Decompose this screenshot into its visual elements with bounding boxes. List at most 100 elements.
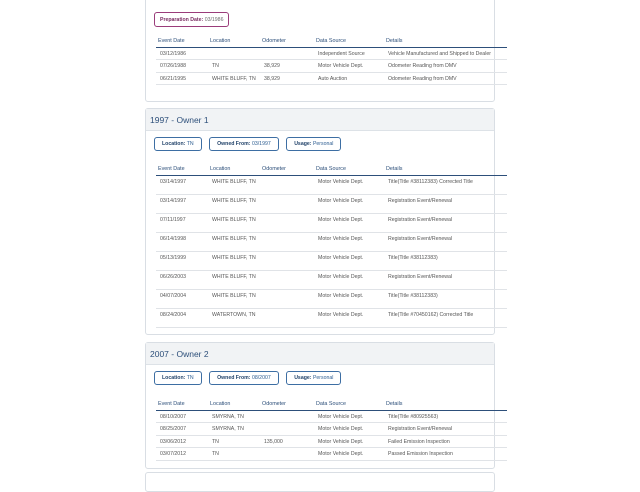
cell-location: WHITE BLUFF, TN [208, 270, 260, 290]
col-details: Details [384, 163, 507, 176]
cell-odometer [260, 251, 314, 271]
table-header-row: Event Date Location Odometer Data Source… [156, 163, 507, 176]
table-row: 06/26/2003 WHITE BLUFF, TN Motor Vehicle D… [156, 270, 507, 290]
table-body: 08/10/2007 SMYRNA, TN Motor Vehicle Dept. T… [156, 410, 507, 461]
cell-data-source: Motor Vehicle Dept. [314, 410, 384, 424]
col-data-source: Data Source [314, 163, 384, 176]
col-odometer: Odometer [260, 163, 314, 176]
cell-data-source: Motor Vehicle Dept. [314, 175, 384, 195]
cell-data-source: Independent Source [314, 47, 384, 61]
owner-chips: Location: TN Owned From: 08/2007 Usage: … [146, 365, 494, 395]
cell-event-date: 03/06/2012 [156, 435, 208, 449]
cell-details: Registration Event/Renewal [384, 422, 507, 436]
cell-odometer [260, 194, 314, 214]
cell-odometer [260, 289, 314, 309]
cell-event-date: 04/07/2004 [156, 289, 208, 309]
table-row: 06/14/1998 WHITE BLUFF, TN Motor Vehicle D… [156, 232, 507, 252]
cell-details: Registration Event/Renewal [384, 232, 507, 252]
cell-odometer [260, 447, 314, 461]
cell-odometer [260, 175, 314, 195]
cell-location: WHITE BLUFF, TN [208, 175, 260, 195]
cell-odometer [260, 422, 314, 436]
location-label: Location: [162, 141, 186, 147]
table-row: 04/07/2004 WHITE BLUFF, TN Motor Vehicle D… [156, 289, 507, 309]
table-row: 08/24/2004 WATERTOWN, TN Motor Vehicle Dep… [156, 308, 507, 328]
cell-details: Title(Title #80925563) [384, 410, 507, 424]
cell-location [208, 47, 260, 61]
cell-data-source: Auto Auction [314, 72, 384, 86]
cell-location: WHITE BLUFF, TN [208, 251, 260, 271]
table-row: 06/21/1995 WHITE BLUFF, TN 38,929 Auto Auct… [156, 72, 507, 86]
cell-details: Title(Title #70450162) Corrected Title [384, 308, 507, 328]
cell-odometer [260, 47, 314, 61]
cell-details: Title(Title #38112383) [384, 251, 507, 271]
cell-data-source: Motor Vehicle Dept. [314, 59, 384, 73]
cell-odometer [260, 213, 314, 233]
location-value: TN [186, 375, 194, 381]
cell-data-source: Motor Vehicle Dept. [314, 251, 384, 271]
owned-from-label: Owned From: [217, 375, 251, 381]
owned-from-chip[interactable]: Owned From: 08/2007 [209, 371, 279, 385]
location-chip[interactable]: Location: TN [154, 137, 202, 151]
table-row: 07/26/1988 TN 38,929 Motor Vehicle Dept. Odo… [156, 59, 507, 73]
cell-details: Registration Event/Renewal [384, 194, 507, 214]
cell-details: Odometer Reading from DMV [384, 72, 507, 86]
cell-data-source: Motor Vehicle Dept. [314, 447, 384, 461]
preparation-date-chip[interactable]: Preparation Date: 03/1986 [154, 12, 230, 27]
cell-data-source: Motor Vehicle Dept. [314, 422, 384, 436]
col-event-date: Event Date [156, 163, 208, 176]
usage-chip[interactable]: Usage: Personal [286, 137, 342, 151]
cell-event-date: 03/12/1986 [156, 47, 208, 61]
location-label: Location: [162, 375, 186, 381]
owner-card-1: 1997 - Owner 1 Location: TN Owned From: … [145, 108, 507, 335]
col-data-source: Data Source [314, 35, 384, 48]
cell-odometer [260, 270, 314, 290]
cell-details: Registration Event/Renewal [384, 270, 507, 290]
cell-event-date: 03/07/2012 [156, 447, 208, 461]
cell-odometer: 38,929 [260, 59, 314, 73]
usage-label: Usage: [294, 375, 312, 381]
table-row: 03/14/1997 WHITE BLUFF, TN Motor Vehicle D… [156, 175, 507, 195]
cell-location: WHITE BLUFF, TN [208, 289, 260, 309]
cell-details: Passed Emission Inspection [384, 447, 507, 461]
cell-location: TN [208, 447, 260, 461]
location-value: TN [186, 141, 194, 147]
preparation-date-value: 03/1986 [204, 17, 224, 23]
col-details: Details [384, 398, 507, 411]
table-row: 08/25/2007 SMYRNA, TN Motor Vehicle Dept. R… [156, 422, 507, 436]
col-event-date: Event Date [156, 398, 208, 411]
owned-from-chip[interactable]: Owned From: 03/1997 [209, 137, 279, 151]
cell-data-source: Motor Vehicle Dept. [314, 194, 384, 214]
cell-details: Title(Title #38112383) [384, 289, 507, 309]
owned-from-value: 03/1997 [251, 141, 271, 147]
history-table: Event Date Location Odometer Data Source… [156, 35, 507, 86]
cell-location: WATERTOWN, TN [208, 308, 260, 328]
cell-location: TN [208, 435, 260, 449]
cell-event-date: 08/25/2007 [156, 422, 208, 436]
table-row: 08/10/2007 SMYRNA, TN Motor Vehicle Dept. T… [156, 410, 507, 424]
cell-odometer [260, 410, 314, 424]
col-event-date: Event Date [156, 35, 208, 48]
cell-location: SMYRNA, TN [208, 422, 260, 436]
cell-event-date: 08/10/2007 [156, 410, 208, 424]
usage-chip[interactable]: Usage: Personal [286, 371, 342, 385]
table-header-row: Event Date Location Odometer Data Source… [156, 398, 507, 411]
history-table: Event Date Location Odometer Data Source… [156, 163, 507, 328]
cell-location: WHITE BLUFF, TN [208, 72, 260, 86]
owned-from-value: 08/2007 [251, 375, 271, 381]
page: Preparation Date: 03/1986 Event Date Loc… [0, 0, 640, 492]
cell-event-date: 08/24/2004 [156, 308, 208, 328]
cell-data-source: Motor Vehicle Dept. [314, 232, 384, 252]
location-chip[interactable]: Location: TN [154, 371, 202, 385]
owner-card-2: 2007 - Owner 2 Location: TN Owned From: … [145, 342, 507, 469]
cell-data-source: Motor Vehicle Dept. [314, 213, 384, 233]
table-header-row: Event Date Location Odometer Data Source… [156, 35, 507, 48]
cell-data-source: Motor Vehicle Dept. [314, 270, 384, 290]
table-body: 03/14/1997 WHITE BLUFF, TN Motor Vehicle D… [156, 175, 507, 328]
owner-title: 2007 - Owner 2 [146, 343, 494, 365]
cell-details: Registration Event/Renewal [384, 213, 507, 233]
owned-from-label: Owned From: [217, 141, 251, 147]
col-location: Location [208, 35, 260, 48]
usage-value: Personal [312, 141, 334, 147]
owner-title: 1997 - Owner 1 [146, 109, 494, 131]
